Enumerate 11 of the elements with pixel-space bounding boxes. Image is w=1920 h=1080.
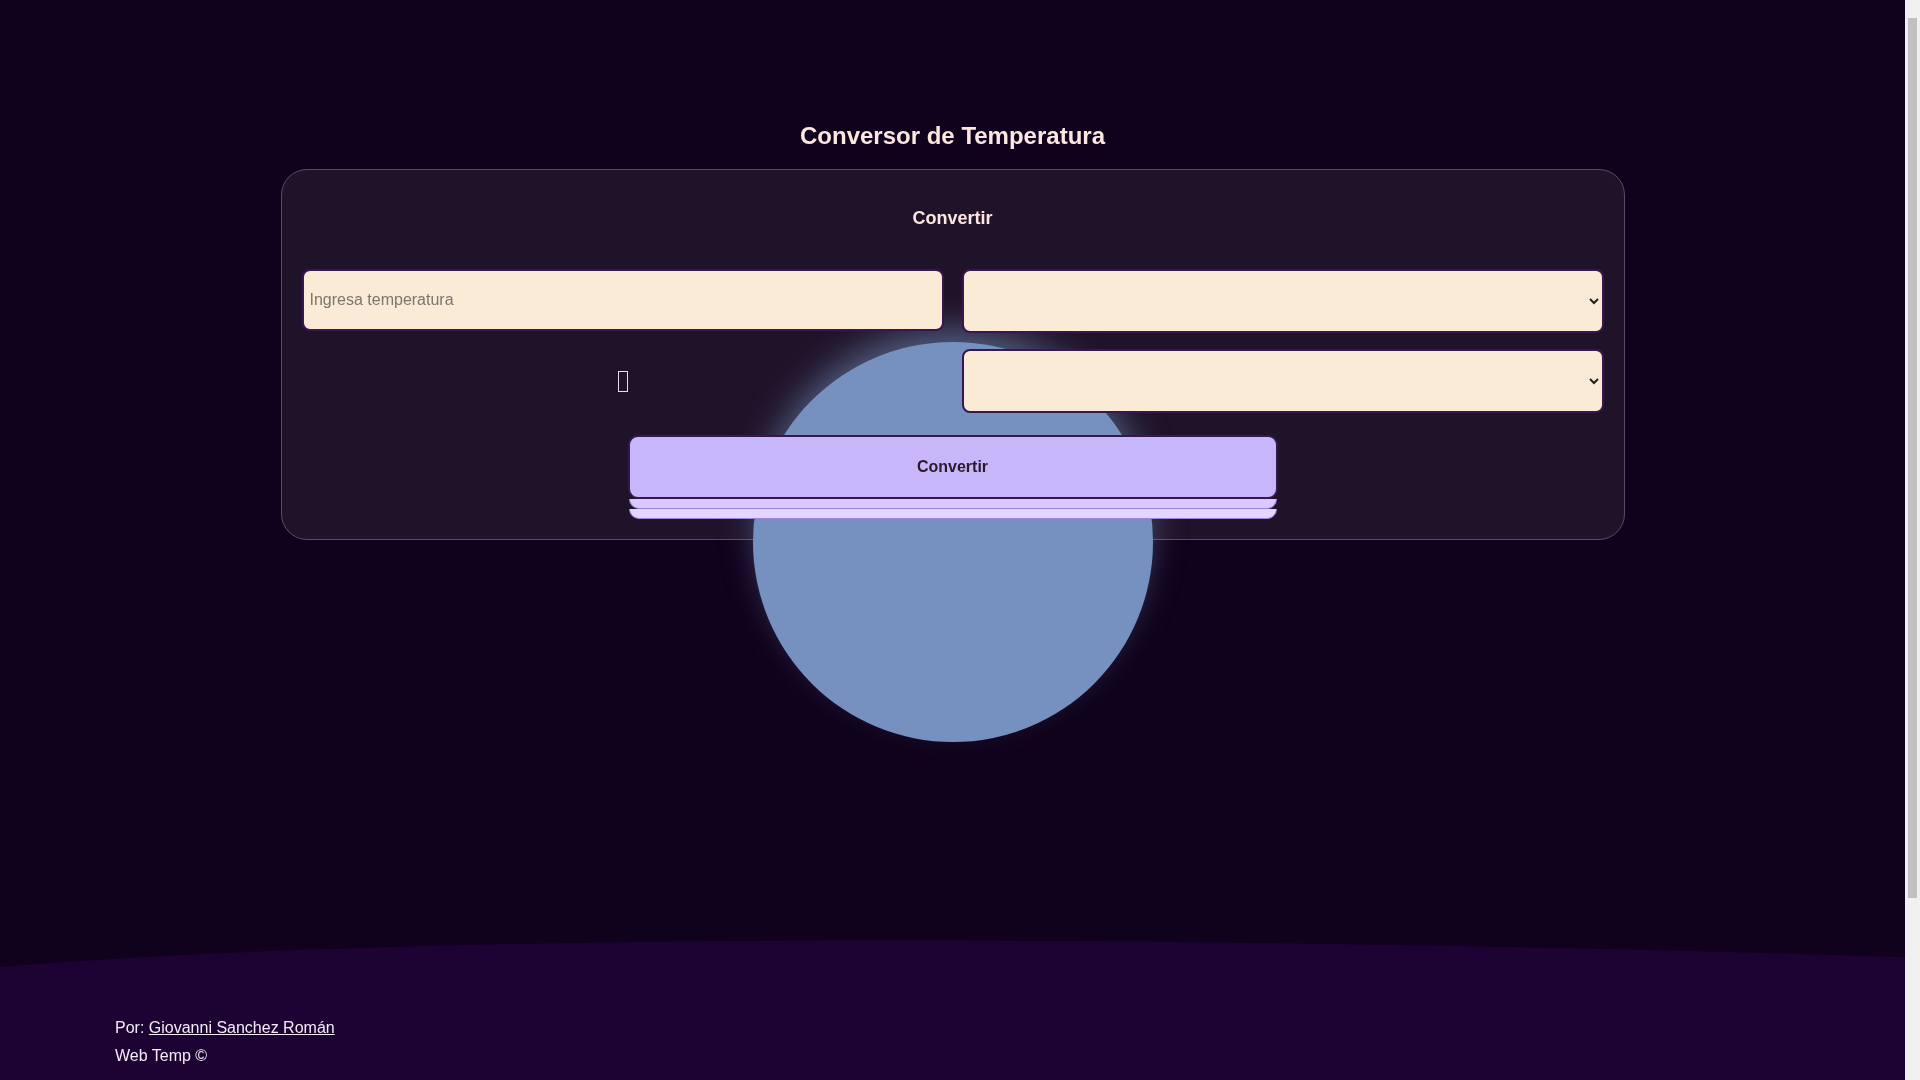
form-heading: Convertir <box>911 208 994 229</box>
missing-glyph-icon <box>617 370 628 392</box>
copyright-text: Web Temp © <box>115 1046 209 1066</box>
author-label: Por: <box>115 1019 145 1036</box>
unit-dropdown[interactable] <box>961 269 1604 333</box>
scrollbar[interactable] <box>1905 0 1920 1080</box>
author-link[interactable]: Giovanni Sanchez Román <box>148 1019 335 1036</box>
page-title: Conversor de Temperatura <box>799 121 1107 151</box>
unit-dropdown[interactable] <box>961 349 1604 413</box>
convert-button[interactable]: Convertir <box>627 435 1278 499</box>
temperature-input[interactable]: Ingresa temperatura <box>301 269 944 331</box>
